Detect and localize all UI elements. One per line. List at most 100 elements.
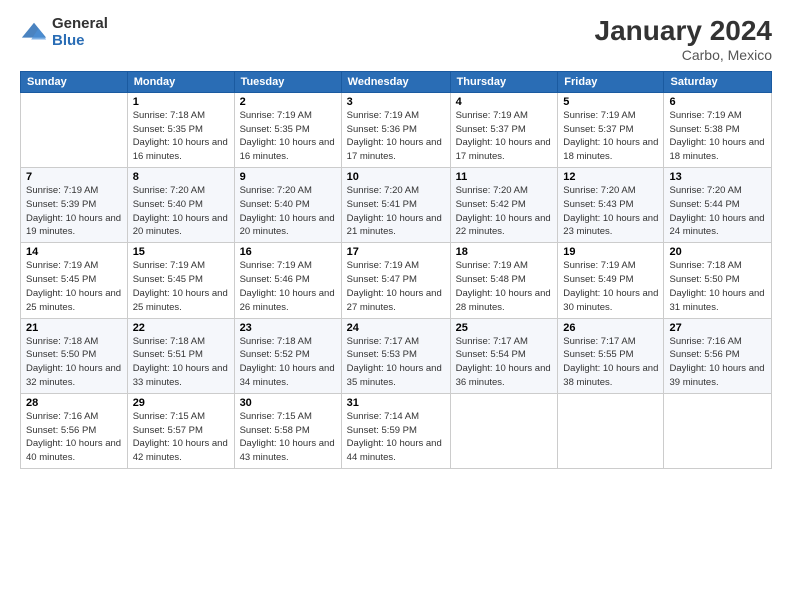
day-info: Sunrise: 7:19 AMSunset: 5:47 PMDaylight:… bbox=[347, 260, 442, 312]
day-number: 31 bbox=[347, 397, 445, 409]
table-row: 1 Sunrise: 7:18 AMSunset: 5:35 PMDayligh… bbox=[127, 92, 234, 167]
day-info: Sunrise: 7:19 AMSunset: 5:35 PMDaylight:… bbox=[240, 110, 335, 162]
day-info: Sunrise: 7:20 AMSunset: 5:41 PMDaylight:… bbox=[347, 185, 442, 237]
day-number: 17 bbox=[347, 246, 445, 258]
table-row: 5 Sunrise: 7:19 AMSunset: 5:37 PMDayligh… bbox=[558, 92, 664, 167]
table-row: 25 Sunrise: 7:17 AMSunset: 5:54 PMDaylig… bbox=[450, 318, 558, 393]
day-info: Sunrise: 7:19 AMSunset: 5:45 PMDaylight:… bbox=[133, 260, 228, 312]
table-row: 10 Sunrise: 7:20 AMSunset: 5:41 PMDaylig… bbox=[341, 168, 450, 243]
day-number: 3 bbox=[347, 96, 445, 108]
table-row: 23 Sunrise: 7:18 AMSunset: 5:52 PMDaylig… bbox=[234, 318, 341, 393]
day-number: 6 bbox=[669, 96, 766, 108]
table-row: 27 Sunrise: 7:16 AMSunset: 5:56 PMDaylig… bbox=[664, 318, 772, 393]
col-thursday: Thursday bbox=[450, 71, 558, 92]
table-row: 8 Sunrise: 7:20 AMSunset: 5:40 PMDayligh… bbox=[127, 168, 234, 243]
logo: General Blue bbox=[20, 16, 108, 49]
table-row: 12 Sunrise: 7:20 AMSunset: 5:43 PMDaylig… bbox=[558, 168, 664, 243]
calendar-week-1: 1 Sunrise: 7:18 AMSunset: 5:35 PMDayligh… bbox=[21, 92, 772, 167]
table-row: 9 Sunrise: 7:20 AMSunset: 5:40 PMDayligh… bbox=[234, 168, 341, 243]
day-number: 2 bbox=[240, 96, 336, 108]
day-number: 25 bbox=[456, 322, 553, 334]
day-number: 23 bbox=[240, 322, 336, 334]
day-info: Sunrise: 7:19 AMSunset: 5:37 PMDaylight:… bbox=[456, 110, 551, 162]
logo-text: General Blue bbox=[52, 16, 108, 49]
day-info: Sunrise: 7:17 AMSunset: 5:55 PMDaylight:… bbox=[563, 336, 658, 388]
day-number: 14 bbox=[26, 246, 122, 258]
day-number: 10 bbox=[347, 171, 445, 183]
day-info: Sunrise: 7:18 AMSunset: 5:52 PMDaylight:… bbox=[240, 336, 335, 388]
table-row bbox=[558, 393, 664, 468]
logo-blue: Blue bbox=[52, 33, 108, 50]
day-info: Sunrise: 7:19 AMSunset: 5:38 PMDaylight:… bbox=[669, 110, 764, 162]
day-info: Sunrise: 7:18 AMSunset: 5:35 PMDaylight:… bbox=[133, 110, 228, 162]
day-number: 8 bbox=[133, 171, 229, 183]
table-row: 2 Sunrise: 7:19 AMSunset: 5:35 PMDayligh… bbox=[234, 92, 341, 167]
calendar-table: Sunday Monday Tuesday Wednesday Thursday… bbox=[20, 71, 772, 469]
day-info: Sunrise: 7:17 AMSunset: 5:54 PMDaylight:… bbox=[456, 336, 551, 388]
day-info: Sunrise: 7:16 AMSunset: 5:56 PMDaylight:… bbox=[26, 411, 121, 463]
table-row bbox=[664, 393, 772, 468]
table-row: 7 Sunrise: 7:19 AMSunset: 5:39 PMDayligh… bbox=[21, 168, 128, 243]
day-info: Sunrise: 7:18 AMSunset: 5:51 PMDaylight:… bbox=[133, 336, 228, 388]
day-info: Sunrise: 7:20 AMSunset: 5:44 PMDaylight:… bbox=[669, 185, 764, 237]
day-number: 19 bbox=[563, 246, 658, 258]
calendar-week-4: 21 Sunrise: 7:18 AMSunset: 5:50 PMDaylig… bbox=[21, 318, 772, 393]
day-number: 11 bbox=[456, 171, 553, 183]
table-row: 17 Sunrise: 7:19 AMSunset: 5:47 PMDaylig… bbox=[341, 243, 450, 318]
table-row: 30 Sunrise: 7:15 AMSunset: 5:58 PMDaylig… bbox=[234, 393, 341, 468]
day-info: Sunrise: 7:20 AMSunset: 5:40 PMDaylight:… bbox=[240, 185, 335, 237]
day-info: Sunrise: 7:20 AMSunset: 5:42 PMDaylight:… bbox=[456, 185, 551, 237]
table-row: 18 Sunrise: 7:19 AMSunset: 5:48 PMDaylig… bbox=[450, 243, 558, 318]
col-saturday: Saturday bbox=[664, 71, 772, 92]
table-row: 20 Sunrise: 7:18 AMSunset: 5:50 PMDaylig… bbox=[664, 243, 772, 318]
day-info: Sunrise: 7:15 AMSunset: 5:58 PMDaylight:… bbox=[240, 411, 335, 463]
col-wednesday: Wednesday bbox=[341, 71, 450, 92]
day-info: Sunrise: 7:19 AMSunset: 5:39 PMDaylight:… bbox=[26, 185, 121, 237]
table-row bbox=[450, 393, 558, 468]
day-number: 24 bbox=[347, 322, 445, 334]
day-number: 1 bbox=[133, 96, 229, 108]
table-row: 11 Sunrise: 7:20 AMSunset: 5:42 PMDaylig… bbox=[450, 168, 558, 243]
calendar-header-row: Sunday Monday Tuesday Wednesday Thursday… bbox=[21, 71, 772, 92]
day-number: 29 bbox=[133, 397, 229, 409]
day-number: 21 bbox=[26, 322, 122, 334]
calendar-week-2: 7 Sunrise: 7:19 AMSunset: 5:39 PMDayligh… bbox=[21, 168, 772, 243]
table-row: 19 Sunrise: 7:19 AMSunset: 5:49 PMDaylig… bbox=[558, 243, 664, 318]
day-info: Sunrise: 7:20 AMSunset: 5:40 PMDaylight:… bbox=[133, 185, 228, 237]
table-row: 16 Sunrise: 7:19 AMSunset: 5:46 PMDaylig… bbox=[234, 243, 341, 318]
table-row: 28 Sunrise: 7:16 AMSunset: 5:56 PMDaylig… bbox=[21, 393, 128, 468]
calendar-week-3: 14 Sunrise: 7:19 AMSunset: 5:45 PMDaylig… bbox=[21, 243, 772, 318]
page: General Blue January 2024 Carbo, Mexico … bbox=[0, 0, 792, 612]
day-number: 28 bbox=[26, 397, 122, 409]
day-info: Sunrise: 7:14 AMSunset: 5:59 PMDaylight:… bbox=[347, 411, 442, 463]
title-area: January 2024 Carbo, Mexico bbox=[595, 16, 772, 63]
day-number: 16 bbox=[240, 246, 336, 258]
table-row: 21 Sunrise: 7:18 AMSunset: 5:50 PMDaylig… bbox=[21, 318, 128, 393]
day-info: Sunrise: 7:16 AMSunset: 5:56 PMDaylight:… bbox=[669, 336, 764, 388]
day-number: 5 bbox=[563, 96, 658, 108]
table-row: 24 Sunrise: 7:17 AMSunset: 5:53 PMDaylig… bbox=[341, 318, 450, 393]
table-row: 29 Sunrise: 7:15 AMSunset: 5:57 PMDaylig… bbox=[127, 393, 234, 468]
day-number: 13 bbox=[669, 171, 766, 183]
col-friday: Friday bbox=[558, 71, 664, 92]
logo-icon bbox=[20, 19, 48, 47]
header: General Blue January 2024 Carbo, Mexico bbox=[20, 16, 772, 63]
table-row: 13 Sunrise: 7:20 AMSunset: 5:44 PMDaylig… bbox=[664, 168, 772, 243]
logo-general: General bbox=[52, 16, 108, 33]
day-number: 30 bbox=[240, 397, 336, 409]
day-info: Sunrise: 7:17 AMSunset: 5:53 PMDaylight:… bbox=[347, 336, 442, 388]
table-row: 15 Sunrise: 7:19 AMSunset: 5:45 PMDaylig… bbox=[127, 243, 234, 318]
day-info: Sunrise: 7:18 AMSunset: 5:50 PMDaylight:… bbox=[26, 336, 121, 388]
day-number: 26 bbox=[563, 322, 658, 334]
day-info: Sunrise: 7:19 AMSunset: 5:37 PMDaylight:… bbox=[563, 110, 658, 162]
day-info: Sunrise: 7:15 AMSunset: 5:57 PMDaylight:… bbox=[133, 411, 228, 463]
table-row: 3 Sunrise: 7:19 AMSunset: 5:36 PMDayligh… bbox=[341, 92, 450, 167]
day-number: 18 bbox=[456, 246, 553, 258]
day-number: 20 bbox=[669, 246, 766, 258]
day-info: Sunrise: 7:20 AMSunset: 5:43 PMDaylight:… bbox=[563, 185, 658, 237]
day-info: Sunrise: 7:19 AMSunset: 5:46 PMDaylight:… bbox=[240, 260, 335, 312]
day-number: 27 bbox=[669, 322, 766, 334]
day-number: 4 bbox=[456, 96, 553, 108]
table-row: 14 Sunrise: 7:19 AMSunset: 5:45 PMDaylig… bbox=[21, 243, 128, 318]
calendar-title: January 2024 bbox=[595, 16, 772, 47]
